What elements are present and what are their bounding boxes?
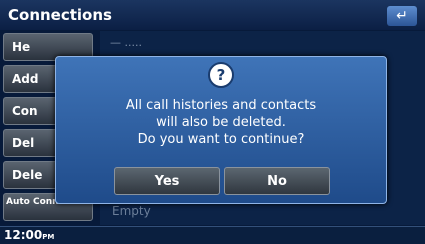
- clock-ampm: PM: [42, 233, 55, 241]
- screen: Connections ↵ — ..... Empty He Add Con D…: [0, 0, 425, 244]
- title-bar: Connections ↵: [0, 0, 425, 30]
- empty-slot-label[interactable]: Empty: [112, 204, 151, 218]
- dialog-message-line3: Do you want to continue?: [137, 132, 305, 147]
- page-title: Connections: [8, 6, 112, 24]
- status-bar: 12:00PM: [0, 226, 425, 244]
- dialog-message-line1: All call histories and contacts: [125, 98, 317, 113]
- clock-time: 12:00: [4, 228, 43, 242]
- dialog-message-line2: will also be deleted.: [156, 115, 286, 130]
- back-arrow-icon: ↵: [396, 8, 408, 24]
- confirm-dialog: ? All call histories and contacts will a…: [55, 56, 387, 204]
- question-icon: ?: [208, 62, 234, 88]
- yes-button[interactable]: Yes: [114, 167, 220, 195]
- back-button[interactable]: ↵: [387, 6, 417, 26]
- list-item[interactable]: — .....: [110, 36, 142, 49]
- clock: 12:00PM: [4, 228, 54, 242]
- no-button[interactable]: No: [224, 167, 330, 195]
- dialog-message: All call histories and contacts will als…: [56, 97, 386, 148]
